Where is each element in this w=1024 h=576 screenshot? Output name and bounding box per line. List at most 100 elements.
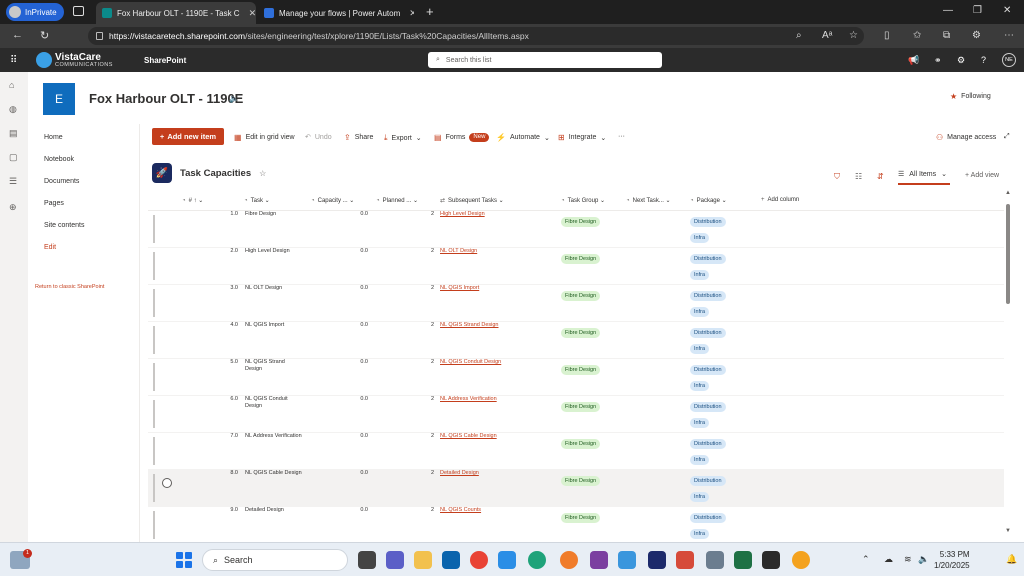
vertical-scrollbar[interactable]: ▲ ▼ [1004,190,1012,538]
view-options-icon[interactable]: ☷ [855,172,862,181]
nav-edit-link[interactable]: Edit [44,244,56,251]
favorite-list-star-icon[interactable]: ☆ [259,169,266,178]
flow-icon[interactable]: ⚭ [934,55,942,66]
row-subsequent-link[interactable]: High Level Design [440,211,485,218]
cloud-icon[interactable]: ☁ [884,554,893,565]
column-subsequent-tasks[interactable]: ⇄ Subsequent Tasks ⌄ [440,197,504,204]
column-planned[interactable]: ◔ Planned ... ⌄ [376,197,418,204]
read-aloud-icon[interactable]: Aᵃ [822,30,832,41]
list-row[interactable]: 9.0 Detailed Design 0.0 2 NL QGIS Counts… [148,507,1004,542]
close-tab-icon[interactable]: ✕ [409,8,414,19]
column-number[interactable]: ◔ # ↑ ⌄ [182,197,203,204]
column-capacity[interactable]: ◔ Capacity ... ⌄ [311,197,354,204]
tab-fox-harbour[interactable]: Fox Harbour OLT - 1190E - Task C ✕ [96,2,256,24]
edit-grid-button[interactable]: ▦ Edit in grid view [234,133,295,142]
favorites-icon[interactable]: ✩ [913,30,921,41]
zoom-icon[interactable]: ⌕ [796,30,802,41]
row-subsequent-link[interactable]: NL QGIS Cable Design [440,433,497,440]
nav-item-pages[interactable]: Pages [44,200,64,207]
inprivate-button[interactable]: InPrivate [6,3,64,21]
url-field[interactable]: https://vistacaretech.sharepoint.com/sit… [88,27,864,45]
row-task[interactable]: Detailed Design [245,507,303,514]
nav-item-site-contents[interactable]: Site contents [44,222,84,229]
view-switcher[interactable]: ☰ All Items ⌄ [898,170,950,185]
tab-power-automate[interactable]: Manage your flows | Power Autom ✕ [258,2,414,24]
nav-item-notebook[interactable]: Notebook [44,156,74,163]
row-subsequent-link[interactable]: NL QGIS Counts [440,507,481,514]
file-explorer-icon[interactable] [414,551,432,569]
automate-button[interactable]: ⚡ Automate ⌄ [496,133,550,142]
list-row[interactable]: 3.0 NL OLT Design 0.0 2 NL QGIS Import F… [148,285,1004,322]
scrollbar-thumb[interactable] [1006,204,1010,304]
close-tab-icon[interactable]: ✕ [249,8,256,19]
row-select-radio[interactable] [162,478,172,488]
add-column-button[interactable]: + Add column [761,197,799,203]
clock[interactable]: 5:33 PM 1/20/2025 [934,549,970,571]
favorite-star-icon[interactable]: ☆ [849,30,858,41]
row-subsequent-link[interactable]: Detailed Design [440,470,479,477]
nav-item-documents[interactable]: Documents [44,178,79,185]
row-subsequent-link[interactable]: NL QGIS Conduit Design [440,359,501,366]
manage-access-button[interactable]: ⚇ Manage access [936,133,996,142]
export-button[interactable]: ⤓ Export ⌄ [384,133,422,143]
brand-logo[interactable]: VistaCare COMMUNICATIONS [36,52,113,68]
minimize-icon[interactable]: — [943,5,953,16]
firefox-icon[interactable] [560,551,578,569]
list-row[interactable]: 5.0 NL QGIS Strand Design 0.0 2 NL QGIS … [148,359,1004,396]
outlook-icon[interactable] [442,551,460,569]
camera-icon[interactable] [618,551,636,569]
files-icon[interactable]: ▢ [9,152,18,163]
teams-icon[interactable] [386,551,404,569]
chrome-canary-icon[interactable] [792,551,810,569]
row-task[interactable]: NL QGIS Conduit Design [245,396,303,410]
group-by-icon[interactable]: ⇵ [877,172,884,181]
globe-icon[interactable]: ◍ [9,104,17,115]
nav-item-home[interactable]: Home [44,134,63,141]
list-title[interactable]: Task Capacities [180,168,251,179]
news-icon[interactable]: ▤ [9,128,18,139]
user-avatar[interactable]: NE [1002,53,1016,67]
tab-actions-icon[interactable] [73,6,84,16]
list-row[interactable]: 6.0 NL QGIS Conduit Design 0.0 2 NL Addr… [148,396,1004,433]
column-task-group[interactable]: ◔ Task Group ⌄ [561,197,605,204]
show-hidden-icons[interactable]: ⌃ [862,554,870,565]
split-screen-icon[interactable]: ▯ [884,30,890,41]
sharepoint-label[interactable]: SharePoint [144,56,186,65]
volume-icon[interactable]: 🔈 [918,554,929,565]
refresh-icon[interactable]: ↻ [40,29,49,42]
search-input[interactable]: ⌕ Search this list [428,52,662,68]
settings-gear-icon[interactable]: ⚙ [957,55,965,66]
add-new-item-button[interactable]: + Add new item [152,128,224,145]
forms-button[interactable]: ▤ Forms New [434,133,490,142]
return-classic-link[interactable]: Return to classic SharePoint [35,284,104,290]
row-task[interactable]: NL QGIS Strand Design [245,359,303,373]
extensions-icon[interactable]: ⚙ [972,30,981,41]
row-subsequent-link[interactable]: NL Address Verification [440,396,497,403]
app-launcher-icon[interactable]: ⠿ [10,55,17,66]
undo-button[interactable]: ↶ Undo [305,133,332,142]
lists-icon[interactable]: ☰ [9,176,17,187]
row-subsequent-link[interactable]: NL QGIS Strand Design [440,322,499,329]
taskbar-search[interactable]: ⌕ Search [202,549,348,571]
scroll-down-icon[interactable]: ▼ [1005,528,1011,534]
column-package[interactable]: ◔ Package ⌄ [690,197,727,204]
scroll-up-icon[interactable]: ▲ [1005,190,1011,196]
following-button[interactable]: ★ Following [950,92,991,101]
help-icon[interactable]: ? [981,55,986,65]
list-row[interactable]: 7.0 NL Address Verification 0.0 2 NL QGI… [148,433,1004,470]
row-task[interactable]: NL Address Verification [245,433,303,440]
close-window-icon[interactable]: ✕ [1003,5,1011,16]
terminal-icon[interactable] [762,551,780,569]
notification-bell-icon[interactable]: 🔔 [1006,554,1017,565]
more-commands-button[interactable]: ··· [618,133,625,140]
row-task[interactable]: NL QGIS Cable Design [245,470,303,477]
excel-icon[interactable] [734,551,752,569]
back-icon[interactable]: ← [12,29,23,41]
megaphone-icon[interactable]: 📢 [908,55,919,66]
powerpoint-icon[interactable] [676,551,694,569]
row-task[interactable]: High Level Design [245,248,303,255]
maximize-icon[interactable]: ❐ [973,5,982,16]
column-task[interactable]: ◔ Task ⌄ [244,197,270,204]
site-title[interactable]: Fox Harbour OLT - 1190E [89,91,243,106]
add-view-button[interactable]: + Add view [965,172,999,179]
